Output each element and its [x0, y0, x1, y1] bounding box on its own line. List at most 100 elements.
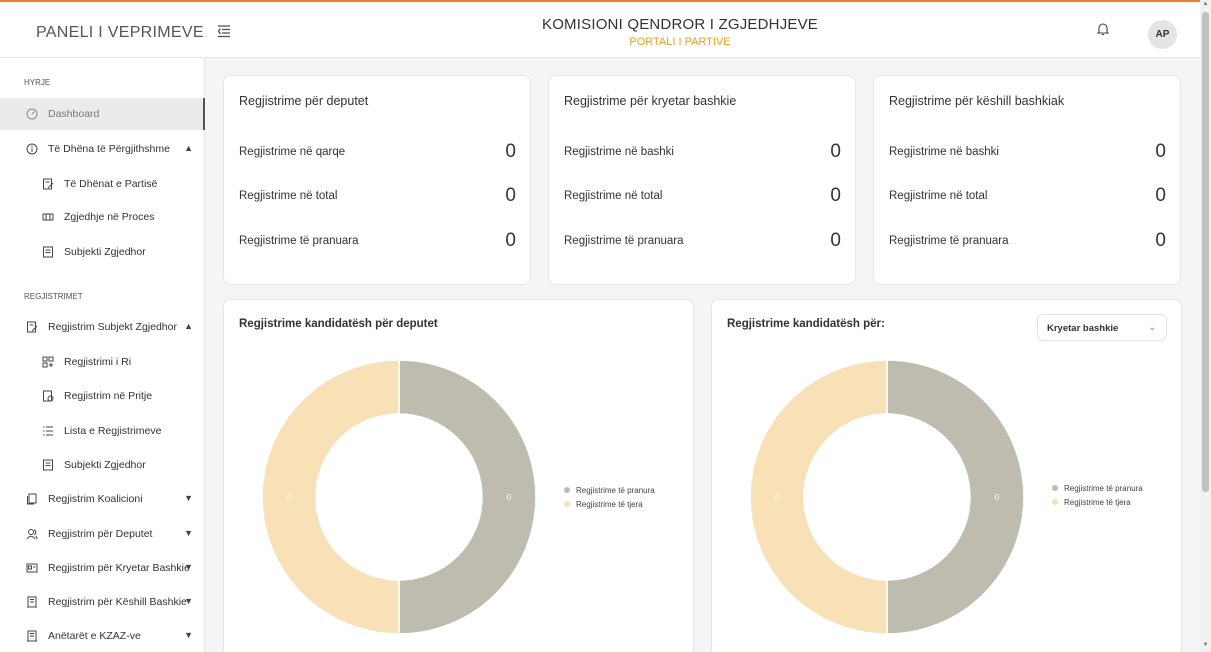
- sidebar-item-label: Regjistrim Subjekt Zgjedhor: [48, 321, 177, 333]
- menu-collapse-icon[interactable]: [217, 24, 231, 38]
- legend-item[interactable]: Regjistrime të pranura: [1052, 481, 1143, 495]
- stat-value: 0: [830, 141, 841, 162]
- legend-label: Regjistrime të pranura: [576, 485, 655, 495]
- sidebar-item-label: Regjistrim për Këshill Bashkie: [48, 596, 187, 608]
- chart-card-selectable: Regjistrime kandidatësh për: Kryetar bas…: [711, 299, 1182, 652]
- chevron-down-icon: ▼: [184, 528, 193, 538]
- sidebar-item-dashboard[interactable]: Dashboard: [0, 98, 205, 130]
- donut-slice[interactable]: [886, 359, 1025, 635]
- donut-slice[interactable]: [261, 359, 400, 635]
- document-list-icon: [40, 244, 56, 260]
- legend-dot: [564, 487, 570, 493]
- stat-label: Regjistrime të pranuara: [889, 235, 1009, 247]
- stat-card-keshill-bashkiak: Regjistrime për këshill bashkiak Regjist…: [873, 75, 1181, 285]
- donut-slice[interactable]: [398, 359, 537, 635]
- stat-label: Regjistrime në bashki: [889, 146, 999, 158]
- chart-card-deputet: Regjistrime kandidatësh për deputet 00 R…: [223, 299, 694, 652]
- donut-chart: 00: [749, 359, 1025, 635]
- scroll-thumb[interactable]: [1202, 12, 1209, 492]
- legend-dot: [1052, 499, 1058, 505]
- sidebar-item-subjekti-zgjedhor[interactable]: Subjekti Zgjedhor: [0, 236, 205, 268]
- legend-item[interactable]: Regjistrime të tjera: [564, 497, 655, 511]
- new-grid-icon: [40, 354, 56, 370]
- sidebar-item-lista-e-regjistrimeve[interactable]: Lista e Regjistrimeve: [0, 415, 205, 447]
- card-title: Regjistrime për këshill bashkiak: [889, 94, 1065, 108]
- stat-value: 0: [1155, 230, 1166, 251]
- section-label-hyrje: HYRJE: [24, 78, 51, 87]
- header-subtitle: PORTALI I PARTIVE: [629, 36, 731, 48]
- slice-data-label: 0: [507, 493, 512, 502]
- sidebar-item-te-dhenat-e-partise[interactable]: Të Dhënat e Partisë: [0, 168, 205, 200]
- sidebar-item-label: Anëtarët e KZAZ-ve: [48, 630, 141, 642]
- scroll-up-arrow-icon[interactable]: ▲: [1202, 1, 1209, 7]
- sidebar-item-label: Regjistrim për Deputet: [48, 528, 153, 540]
- donut-slice[interactable]: [749, 359, 888, 635]
- legend-dot: [1052, 485, 1058, 491]
- sidebar-item-regjistrim-per-kryetar-bashkie[interactable]: Regjistrim për Kryetar Bashkie ▼: [0, 552, 205, 584]
- chart-legend: Regjistrime të pranura Regjistrime të tj…: [1052, 481, 1143, 509]
- sidebar-item-label: Lista e Regjistrimeve: [64, 425, 162, 437]
- building-icon: [24, 628, 40, 644]
- stat-label: Regjistrime të pranuara: [564, 235, 684, 247]
- document-edit-icon: [24, 319, 40, 335]
- sidebar-item-label: Regjistrim Koalicioni: [48, 493, 143, 505]
- stat-value: 0: [830, 230, 841, 251]
- sidebar-item-regjistrim-ne-pritje[interactable]: Regjistrim në Pritje: [0, 380, 205, 412]
- stat-label: Regjistrime në bashki: [564, 146, 674, 158]
- sidebar-item-label: Subjekti Zgjedhor: [64, 459, 146, 471]
- legend-dot: [564, 501, 570, 507]
- slice-data-label: 0: [775, 493, 780, 502]
- legend-item[interactable]: Regjistrime të pranura: [564, 483, 655, 497]
- card-title: Regjistrime për deputet: [239, 94, 369, 108]
- stat-value: 0: [505, 185, 516, 206]
- sidebar-item-regjistrim-per-deputet[interactable]: Regjistrim për Deputet ▼: [0, 518, 205, 550]
- stat-card-deputet: Regjistrime për deputet Regjistrime në q…: [223, 75, 531, 285]
- stat-label: Regjistrime në total: [239, 190, 338, 202]
- stat-value: 0: [505, 230, 516, 251]
- sidebar-item-zgjedhje-ne-proces[interactable]: Zgjedhje në Proces: [0, 201, 205, 233]
- legend-label: Regjistrime të tjera: [576, 499, 643, 509]
- chevron-down-icon: ▼: [184, 630, 193, 640]
- coalition-document-icon: [24, 491, 40, 507]
- sidebar-item-regjistrim-subjekt-zgjedhor[interactable]: Regjistrim Subjekt Zgjedhor ▲: [0, 311, 205, 343]
- sidebar-item-label: Regjistrim në Pritje: [64, 390, 153, 402]
- user-avatar[interactable]: AP: [1148, 20, 1177, 49]
- stat-value: 0: [1155, 185, 1166, 206]
- chart-legend: Regjistrime të pranura Regjistrime të tj…: [564, 483, 655, 511]
- stat-value: 0: [1155, 141, 1166, 162]
- legend-label: Regjistrime të tjera: [1064, 497, 1131, 507]
- chevron-up-icon: ▲: [184, 321, 193, 331]
- document-list-icon: [40, 457, 56, 473]
- info-circle-icon: [24, 141, 40, 157]
- stat-label: Regjistrime të pranuara: [239, 235, 359, 247]
- sidebar-item-label: Të Dhëna të Përgjithshme: [48, 143, 170, 155]
- stat-value: 0: [505, 141, 516, 162]
- page-scrollbar[interactable]: ▲ ▼: [1200, 0, 1211, 652]
- sidebar-item-anetaret-e-kzaz-ve[interactable]: Anëtarët e KZAZ-ve ▼: [0, 620, 205, 652]
- chevron-down-icon: ▼: [184, 493, 193, 503]
- sidebar-item-label: Zgjedhje në Proces: [64, 211, 155, 223]
- sidebar-item-regjistrim-koalicioni[interactable]: Regjistrim Koalicioni ▼: [0, 483, 205, 515]
- sidebar-item-label: Dashboard: [48, 108, 100, 120]
- list-icon: [40, 423, 56, 439]
- stat-label: Regjistrime në total: [564, 190, 663, 202]
- sidebar-item-te-dhena-te-pergjithshme[interactable]: Të Dhëna të Përgjithshme ▲: [0, 133, 205, 165]
- sidebar-item-label: Regjistrimi i Ri: [64, 356, 132, 368]
- building-icon: [24, 594, 40, 610]
- header-center: KOMISIONI QENDROR I ZGJEDHJEVE PORTALI I…: [400, 16, 960, 48]
- stat-value: 0: [830, 185, 841, 206]
- top-bar: PANELI I VEPRIMEVE KOMISIONI QENDROR I Z…: [0, 0, 1211, 58]
- legend-label: Regjistrime të pranura: [1064, 483, 1143, 493]
- scroll-down-arrow-icon[interactable]: ▼: [1202, 642, 1209, 648]
- legend-item[interactable]: Regjistrime të tjera: [1052, 495, 1143, 509]
- sidebar-item-regjistrim-per-keshill-bashkie[interactable]: Regjistrim për Këshill Bashkie ▼: [0, 586, 205, 618]
- sidebar-item-subjekti-zgjedhor-2[interactable]: Subjekti Zgjedhor: [0, 449, 205, 481]
- sidebar-item-label: Subjekti Zgjedhor: [64, 246, 146, 258]
- bell-icon[interactable]: [1096, 22, 1110, 41]
- stat-label: Regjistrime në total: [889, 190, 988, 202]
- sidebar-item-label: Të Dhënat e Partisë: [64, 178, 158, 190]
- stat-label: Regjistrime në qarqe: [239, 146, 346, 158]
- chevron-down-icon: ▼: [184, 596, 193, 606]
- sidebar-item-regjistrimi-i-ri[interactable]: Regjistrimi i Ri: [0, 346, 205, 378]
- document-edit-icon: [40, 176, 56, 192]
